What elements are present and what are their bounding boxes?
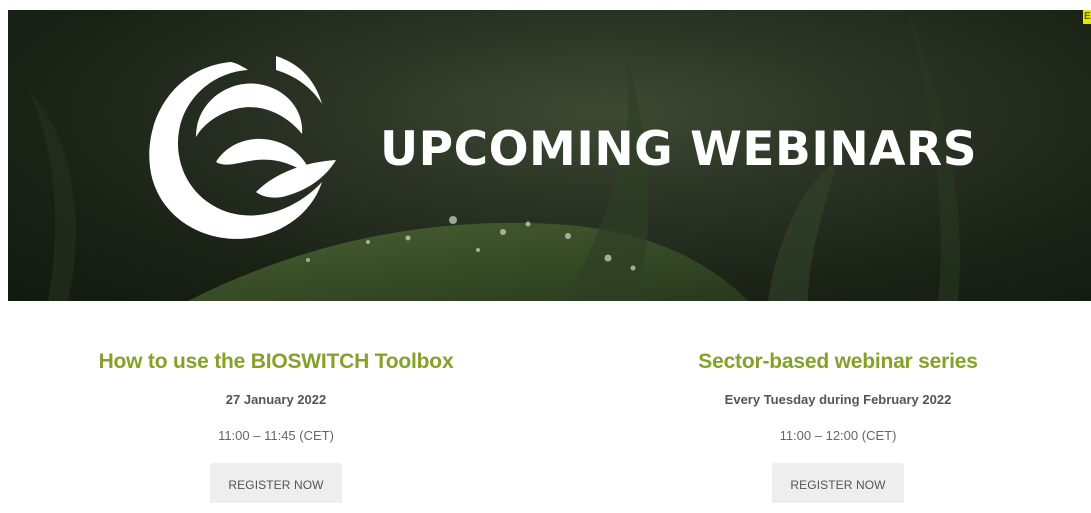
bioswitch-swirl-logo-icon [136, 42, 356, 257]
corner-tag: E [1083, 10, 1091, 24]
event-time: 11:00 – 11:45 (CET) [218, 428, 334, 443]
event-card-toolbox: How to use the BIOSWITCH Toolbox 27 Janu… [66, 346, 486, 503]
event-date: Every Tuesday during February 2022 [724, 392, 952, 407]
event-card-sector-series: Sector-based webinar series Every Tuesda… [628, 346, 1048, 503]
event-title: Sector-based webinar series [698, 350, 978, 373]
page: UPCOMING WEBINARS E How to use the BIOSW… [0, 0, 1091, 513]
register-now-button[interactable]: REGISTER NOW [210, 463, 342, 503]
event-time: 11:00 – 12:00 (CET) [779, 428, 897, 443]
banner-title: UPCOMING WEBINARS [380, 122, 978, 177]
webinars-banner: UPCOMING WEBINARS [8, 10, 1091, 301]
event-title: How to use the BIOSWITCH Toolbox [98, 350, 454, 373]
event-date: 27 January 2022 [225, 392, 327, 407]
register-now-button[interactable]: REGISTER NOW [772, 463, 904, 503]
